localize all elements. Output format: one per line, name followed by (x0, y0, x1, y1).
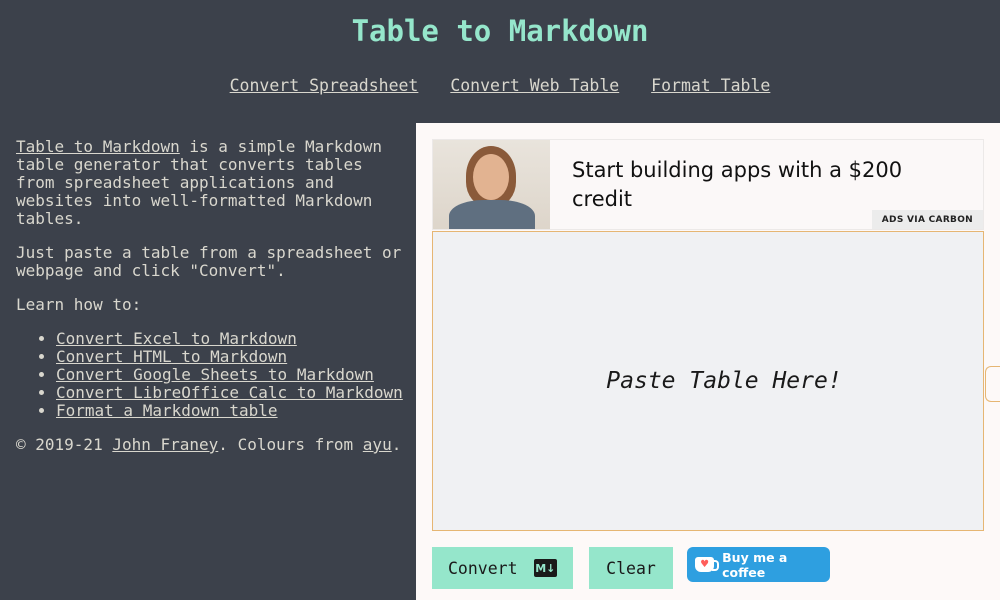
author-link[interactable]: John Franey (112, 435, 218, 454)
side-tab-handle[interactable] (985, 366, 1000, 402)
top-nav: Convert Spreadsheet Convert Web Table Fo… (0, 76, 1000, 95)
learn-list: Convert Excel to Markdown Convert HTML t… (16, 330, 408, 420)
site-title: Table to Markdown (351, 14, 649, 48)
paste-table-area[interactable]: Paste Table Here! (432, 231, 984, 531)
coffee-label: Buy me a coffee (722, 549, 788, 580)
learn-link-html[interactable]: Convert HTML to Markdown (56, 347, 287, 366)
ad-image-shirt (449, 200, 535, 229)
nav-convert-web-table[interactable]: Convert Web Table (450, 76, 619, 95)
instructions: Just paste a table from a spreadsheet or… (16, 243, 402, 280)
footer-credits: © 2019-21 John Franey. Colours from ayu. (16, 436, 408, 454)
sidebar: Table to Markdown is a simple Markdown t… (16, 138, 408, 470)
intro-link[interactable]: Table to Markdown (16, 137, 180, 156)
learn-heading: Learn how to: (16, 295, 142, 314)
carbon-ad[interactable]: Start building apps with a $200 credit A… (432, 139, 984, 230)
ad-image[interactable] (433, 140, 550, 229)
list-item: Convert LibreOffice Calc to Markdown (56, 384, 408, 402)
learn-link-format[interactable]: Format a Markdown table (56, 401, 278, 420)
colours-text: . Colours from (218, 435, 363, 454)
learn-link-excel[interactable]: Convert Excel to Markdown (56, 329, 297, 348)
buy-me-a-coffee-button[interactable]: ♥ Buy me a coffee (687, 547, 830, 582)
convert-label: Convert (448, 558, 518, 578)
list-item: Convert HTML to Markdown (56, 348, 408, 366)
footer-end: . (391, 435, 402, 454)
nav-convert-spreadsheet[interactable]: Convert Spreadsheet (230, 76, 419, 95)
main-panel: Start building apps with a $200 credit A… (416, 123, 1000, 600)
coffee-cup-icon: ♥ (695, 557, 720, 572)
list-item: Convert Excel to Markdown (56, 330, 408, 348)
ad-text[interactable]: Start building apps with a $200 credit (572, 156, 962, 214)
learn-link-libreoffice[interactable]: Convert LibreOffice Calc to Markdown (56, 383, 403, 402)
list-item: Convert Google Sheets to Markdown (56, 366, 408, 384)
convert-button[interactable]: Convert M↓ (432, 547, 573, 589)
markdown-icon: M↓ (533, 559, 557, 577)
ad-image-face (473, 154, 509, 200)
ayu-link[interactable]: ayu (363, 435, 392, 454)
ads-via-carbon-badge[interactable]: ADS VIA CARBON (871, 210, 983, 229)
intro-paragraph: Table to Markdown is a simple Markdown t… (16, 138, 408, 228)
list-item: Format a Markdown table (56, 402, 408, 420)
nav-format-table[interactable]: Format Table (651, 76, 770, 95)
learn-link-google-sheets[interactable]: Convert Google Sheets to Markdown (56, 365, 374, 384)
heart-icon: ♥ (700, 558, 710, 570)
clear-button[interactable]: Clear (589, 547, 673, 589)
paste-placeholder: Paste Table Here! (606, 368, 842, 394)
copyright-text: © 2019-21 (16, 435, 113, 454)
